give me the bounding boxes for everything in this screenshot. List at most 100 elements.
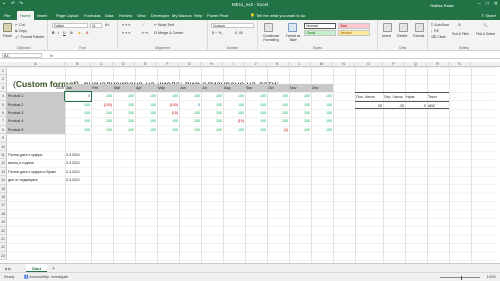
month-header[interactable]: Feb (91, 83, 113, 93)
product-value-cell[interactable]: 100 (267, 92, 289, 100)
close-icon[interactable]: ✕ (494, 1, 498, 7)
product-value-cell[interactable]: (100) (91, 101, 113, 109)
product-value-cell[interactable]: 0 (64, 91, 92, 102)
product-value-cell[interactable]: (15) (157, 109, 179, 117)
product-value-cell[interactable]: 100 (179, 109, 201, 117)
row-header-11[interactable]: 11 (0, 151, 7, 160)
autosum-button[interactable]: Σ AutoSum (431, 23, 449, 27)
product-value-cell[interactable]: 100 (65, 101, 91, 109)
date-label[interactable]: месец и година (7, 159, 65, 167)
sheet-nav-icon[interactable]: ◀ ▶ (4, 266, 11, 271)
row-header-12[interactable]: 12 (0, 159, 7, 168)
row-header-13[interactable]: 13 (0, 167, 7, 177)
row-header-20[interactable]: 20 (0, 226, 7, 235)
italic-icon[interactable]: I (58, 31, 59, 35)
number-type-value[interactable]: ABC (427, 100, 449, 109)
maximize-icon[interactable]: □ (486, 1, 489, 7)
row-header-16[interactable]: 16 (0, 193, 7, 202)
row-header-18[interactable]: 18 (0, 209, 7, 219)
product-value-cell[interactable]: 100 (245, 92, 267, 100)
style-bad[interactable]: Bad (338, 23, 370, 29)
fill-button[interactable]: ↓ Fill (431, 29, 438, 33)
underline-icon[interactable]: U (63, 31, 66, 35)
format-cells-icon[interactable] (415, 23, 424, 32)
merge-center-button[interactable]: ⊟ Merge & Center (154, 31, 183, 35)
format-button[interactable]: Format (413, 34, 424, 38)
product-value-cell[interactable]: 100 (113, 101, 135, 109)
borders-icon[interactable]: ⊞ (70, 31, 73, 35)
product-value-cell[interactable]: 100 (289, 109, 311, 117)
format-table-icon[interactable] (288, 23, 297, 32)
font-name-select[interactable]: Calibri (52, 23, 88, 28)
product-value-cell[interactable]: (4) (267, 126, 289, 134)
insert-cells-icon[interactable] (383, 23, 392, 32)
tab-help[interactable]: Help (194, 13, 202, 18)
product-value-cell[interactable]: 100 (201, 117, 223, 125)
month-header[interactable]: Apr (135, 83, 157, 93)
product-value-cell[interactable]: 100 (223, 101, 245, 109)
conditional-formatting-icon[interactable] (264, 23, 273, 32)
month-header[interactable]: Oct (267, 83, 289, 93)
month-header[interactable]: Jun (179, 83, 201, 93)
number-type-value[interactable]: 25 (355, 100, 383, 109)
number-type-header[interactable]: Пол. Число (355, 92, 383, 100)
number-type-header[interactable]: Нула (405, 92, 427, 100)
product-value-cell[interactable]: 100 (311, 101, 333, 109)
paste-icon[interactable] (3, 23, 12, 32)
tab-power-pivot[interactable]: Power Pivot (207, 13, 228, 18)
product-value-cell[interactable]: 100 (245, 117, 267, 125)
row-header-1[interactable]: 1 (0, 67, 7, 76)
product-value-cell[interactable]: 100 (245, 101, 267, 109)
sheet-tab-start[interactable]: Start (26, 264, 48, 272)
product-value-cell[interactable]: (100) (157, 101, 179, 109)
row-header-6[interactable]: 6 (0, 109, 7, 118)
font-size-select[interactable]: 11 (90, 23, 102, 28)
row-header-14[interactable]: 14 (0, 176, 7, 185)
row-header-19[interactable]: 19 (0, 218, 7, 227)
product-value-cell[interactable]: 100 (113, 109, 135, 117)
tab-view[interactable]: View (137, 13, 146, 18)
fx-icon[interactable]: fx (50, 53, 53, 58)
number-format-select[interactable]: Custom (211, 23, 254, 28)
align-top-icon[interactable]: ≡ ≡ ≡ (122, 23, 130, 27)
product-value-cell[interactable]: 100 (135, 109, 157, 117)
formula-input[interactable] (58, 53, 496, 58)
row-header-23[interactable]: 23 (0, 251, 7, 261)
product-value-cell[interactable]: 100 (267, 117, 289, 125)
product-value-cell[interactable]: 100 (135, 101, 157, 109)
product-value-cell[interactable]: 100 (289, 92, 311, 100)
tab-file[interactable]: File (4, 13, 10, 18)
cut-button[interactable]: ✂ Cut (15, 23, 25, 27)
product-value-cell[interactable]: 100 (289, 117, 311, 125)
row-header-10[interactable]: 10 (0, 142, 7, 151)
row-header-17[interactable]: 17 (0, 201, 7, 210)
product-label[interactable]: Product 3 (7, 109, 65, 118)
date-label[interactable]: ден от седмицата (7, 176, 65, 184)
row-header-7[interactable]: 7 (0, 117, 7, 126)
tab-formulas[interactable]: Formulas (84, 13, 101, 18)
month-header[interactable]: Jan (65, 83, 91, 93)
month-header[interactable]: Aug (223, 83, 245, 93)
product-value-cell[interactable]: 100 (157, 92, 179, 100)
clear-button[interactable]: ⌫ Clear (431, 35, 446, 39)
product-value-cell[interactable]: 100 (179, 117, 201, 125)
indent-icon[interactable]: ⇤⇥ (142, 31, 148, 35)
date-value[interactable]: 3.3.2021 (65, 168, 91, 176)
number-type-value[interactable]: 0 (405, 100, 427, 109)
product-value-cell[interactable]: 100 (179, 92, 201, 100)
product-value-cell[interactable]: 100 (135, 117, 157, 125)
product-label[interactable]: Product 2 (7, 100, 65, 109)
align-left-icon[interactable]: ≡ ≡ ≡ (122, 31, 130, 35)
product-value-cell[interactable]: 100 (311, 109, 333, 117)
style-normal[interactable]: Normal (304, 23, 336, 29)
product-label[interactable]: Product 4 (7, 117, 65, 126)
product-value-cell[interactable]: 100 (65, 117, 91, 125)
number-type-header[interactable]: Текст (427, 92, 449, 100)
date-value[interactable]: 3.3.2021 (65, 151, 91, 159)
conditional-formatting-button[interactable]: Conditional Formatting (260, 34, 282, 42)
find-icon[interactable]: 🔍 (483, 23, 487, 27)
product-value-cell[interactable]: 100 (91, 117, 113, 125)
share-button[interactable]: ⇪ Share (481, 13, 496, 18)
month-header[interactable]: Jul (201, 83, 223, 93)
product-value-cell[interactable]: 100 (289, 126, 311, 134)
